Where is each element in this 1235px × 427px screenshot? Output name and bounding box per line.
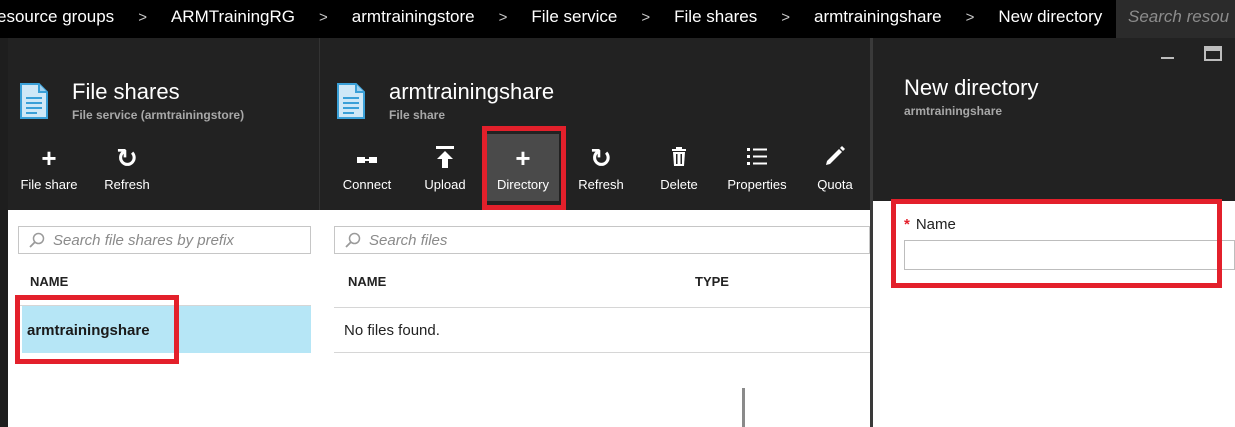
- empty-message: No files found.: [344, 322, 440, 339]
- upload-button[interactable]: Upload: [409, 141, 481, 201]
- add-file-share-button[interactable]: + File share: [13, 141, 85, 201]
- upload-label: Upload: [424, 177, 466, 192]
- minimize-icon[interactable]: [1161, 52, 1174, 60]
- refresh-files-button[interactable]: ↻ Refresh: [565, 141, 637, 201]
- search-icon: [29, 232, 45, 248]
- connect-label: Connect: [342, 177, 392, 192]
- file-share-title: armtrainingshare: [389, 79, 555, 104]
- chevron-right-icon: >: [138, 8, 147, 26]
- refresh-icon: ↻: [590, 143, 612, 173]
- breadcrumb-file-share[interactable]: armtrainingshare: [814, 7, 942, 27]
- quota-label: Quota: [817, 177, 853, 192]
- files-column-type[interactable]: TYPE: [695, 274, 729, 289]
- breadcrumb-new-directory[interactable]: New directory: [998, 7, 1102, 27]
- files-search-placeholder: Search files: [369, 232, 448, 249]
- chevron-right-icon: >: [498, 8, 508, 26]
- file-share-blade-header: armtrainingshare File share Connect Uplo…: [320, 38, 870, 210]
- delete-button[interactable]: Delete: [643, 141, 715, 201]
- list-icon: [721, 145, 793, 171]
- file-shares-subtitle: File service (armtrainingstore): [72, 108, 245, 122]
- refresh-icon: ↻: [116, 143, 138, 173]
- highlight-name-field: [891, 199, 1222, 288]
- breadcrumb-file-service[interactable]: File service: [531, 7, 617, 27]
- delete-label: Delete: [660, 177, 698, 192]
- file-shares-search-placeholder: Search file shares by prefix: [53, 232, 234, 249]
- connect-icon: [331, 145, 403, 171]
- global-search-placeholder: Search resou: [1128, 7, 1230, 26]
- trash-icon: [643, 145, 715, 171]
- maximize-icon[interactable]: [1204, 46, 1222, 61]
- connect-button[interactable]: Connect: [331, 141, 403, 201]
- new-directory-subtitle: armtrainingshare: [904, 104, 1003, 118]
- breadcrumb: esource groups > ARMTrainingRG > armtrai…: [0, 0, 1102, 34]
- left-edge: [0, 38, 8, 427]
- file-shares-search-input[interactable]: Search file shares by prefix: [18, 226, 311, 254]
- add-file-share-label: File share: [20, 177, 78, 192]
- chevron-right-icon: >: [965, 8, 975, 26]
- global-search-input[interactable]: Search resou: [1116, 0, 1235, 38]
- column-resize-handle[interactable]: [742, 388, 745, 427]
- file-shares-title: File shares: [72, 79, 180, 104]
- divider: [334, 307, 870, 308]
- plus-icon: +: [41, 143, 57, 173]
- new-directory-title: New directory: [904, 75, 1039, 100]
- breadcrumb-resource-group[interactable]: ARMTrainingRG: [171, 7, 295, 27]
- document-icon: [20, 83, 48, 119]
- highlight-directory-button: [482, 126, 566, 210]
- quota-button[interactable]: Quota: [799, 141, 871, 201]
- search-icon: [345, 232, 361, 248]
- refresh-shares-button[interactable]: ↻ Refresh: [91, 141, 163, 201]
- pencil-icon: [799, 145, 871, 171]
- chevron-right-icon: >: [781, 8, 791, 26]
- breadcrumb-resource-groups[interactable]: esource groups: [0, 7, 114, 27]
- properties-button[interactable]: Properties: [721, 141, 793, 201]
- document-icon: [337, 83, 365, 119]
- chevron-right-icon: >: [319, 8, 328, 26]
- divider: [334, 352, 870, 353]
- files-column-name[interactable]: NAME: [348, 274, 386, 289]
- refresh-shares-label: Refresh: [104, 177, 150, 192]
- new-directory-blade-header: New directory armtrainingshare: [873, 38, 1235, 201]
- chevron-right-icon: >: [641, 8, 651, 26]
- breadcrumb-file-shares[interactable]: File shares: [674, 7, 757, 27]
- file-share-subtitle: File share: [389, 108, 446, 122]
- breadcrumb-storage-account[interactable]: armtrainingstore: [352, 7, 475, 27]
- properties-label: Properties: [727, 177, 787, 192]
- file-shares-column-name[interactable]: NAME: [30, 274, 68, 289]
- refresh-files-label: Refresh: [578, 177, 624, 192]
- files-search-input[interactable]: Search files: [334, 226, 870, 254]
- upload-icon: [409, 145, 481, 171]
- top-bar: esource groups > ARMTrainingRG > armtrai…: [0, 0, 1235, 38]
- file-shares-blade-header: File shares File service (armtrainingsto…: [8, 38, 320, 210]
- highlight-share-row: [15, 295, 179, 364]
